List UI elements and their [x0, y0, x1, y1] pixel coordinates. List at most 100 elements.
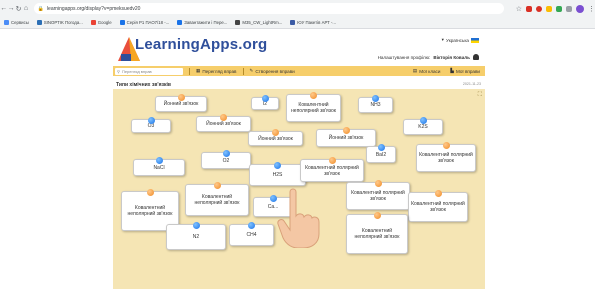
create-app-label: Створення вправи — [255, 68, 295, 74]
answer-card[interactable]: O2 — [201, 150, 251, 169]
learningapps-page: LearningApps.org ▾ Українська Налаштуван… — [113, 33, 485, 289]
menu-icon[interactable]: ⋮ — [588, 5, 595, 13]
pin-icon — [373, 212, 381, 219]
pin-icon — [146, 189, 154, 196]
create-app-link[interactable]: ✎ Створення вправи — [250, 68, 295, 74]
bookmark-label: Серія Р1 ПАО7/18 -... — [126, 20, 170, 25]
card-label: Ковалентний полярний зв'язок — [419, 152, 473, 164]
pin-icon — [261, 95, 269, 102]
home-icon[interactable]: ⌂ — [22, 5, 29, 12]
bookmark-icon — [36, 20, 42, 25]
answer-card[interactable]: NH3 — [358, 95, 393, 113]
pin-icon — [274, 162, 281, 169]
answer-card[interactable]: Йонний зв'язок — [196, 114, 251, 132]
forward-icon[interactable]: → — [7, 5, 15, 12]
answer-card[interactable]: Ковалентний полярний зв'язок — [416, 142, 476, 172]
bookmark-icon — [4, 20, 9, 25]
card-label: Ковалентний полярний зв'язок — [411, 201, 465, 213]
pin-icon — [272, 129, 279, 136]
bookmark-icon — [177, 20, 183, 25]
hand-pointer-icon — [277, 188, 320, 248]
card-label: Йонний зв'язок — [206, 121, 241, 127]
bookmark-item[interactable]: Google — [90, 20, 112, 25]
pencil-icon: ✎ — [249, 68, 254, 73]
my-apps-label: Мої вправи — [455, 68, 480, 74]
card-label: NH3 — [370, 102, 381, 108]
answer-card[interactable]: Йонний зв'язок — [316, 127, 376, 147]
profile-name: Вікторія Коваль — [433, 54, 470, 60]
bookmark-item[interactable]: Серія Р1 ПАО7/18 -... — [119, 20, 170, 25]
answer-card[interactable]: H2S — [249, 162, 306, 186]
extension-icon[interactable] — [525, 5, 532, 12]
extension-icon[interactable] — [555, 5, 562, 12]
card-label: Йонний зв'язок — [328, 135, 364, 141]
browser-toolbar: ← → ↻ ⌂ 🔒 learningapps.org/display?v=pme… — [0, 0, 595, 17]
answer-card[interactable]: Йонний зв'язок — [155, 94, 207, 112]
answer-card[interactable]: BaI2 — [366, 144, 396, 163]
answer-card[interactable]: CH4 — [229, 222, 274, 246]
card-label: O2 — [222, 157, 230, 164]
pin-icon — [419, 117, 427, 124]
search-input[interactable]: ⚲ Перегляд вправ — [115, 67, 183, 75]
card-label: Ковалентний полярний зв'язок — [351, 190, 405, 202]
answer-card[interactable]: Ковалентний неполярний зв'язок — [185, 182, 249, 216]
back-icon[interactable]: ← — [0, 5, 7, 12]
bookmark-icon — [235, 20, 241, 25]
my-classes-link[interactable]: ▤ Мої класи — [413, 68, 441, 74]
bookmark-item[interactable]: Сервисы — [4, 20, 29, 25]
pin-icon — [192, 222, 200, 229]
card-label: H2S — [272, 172, 283, 178]
my-apps-link[interactable]: ▙ Мої вправи — [450, 68, 480, 74]
pin-icon — [248, 222, 255, 229]
search-icon: ⚲ — [117, 68, 120, 74]
answer-card[interactable]: Йонний зв'язок — [248, 129, 303, 146]
answer-card[interactable]: Ковалентний полярний зв'язок — [346, 180, 410, 210]
lock-icon: 🔒 — [37, 5, 44, 12]
avatar[interactable] — [575, 4, 584, 13]
bookmark-item[interactable]: Завантажити і Пере... — [177, 20, 227, 25]
reload-icon[interactable]: ↻ — [15, 5, 22, 13]
pin-icon — [342, 127, 350, 134]
card-label: N2 — [192, 234, 200, 240]
star-icon[interactable]: ☆ — [516, 5, 522, 13]
fullscreen-icon[interactable]: ⛶ — [478, 92, 482, 99]
bookmark-item[interactable]: ЮУ Пакетів АРТ -... — [290, 20, 336, 25]
apps-icon: ▙ — [450, 68, 454, 73]
address-bar[interactable]: 🔒 learningapps.org/display?v=pmeksuedv20 — [33, 3, 504, 14]
flag-icon — [471, 37, 479, 43]
profile-link[interactable]: Налаштування профілю: Вікторія Коваль — [378, 54, 479, 60]
language-selector[interactable]: ▾ Українська — [442, 37, 479, 43]
browse-apps-link[interactable]: ▦ Перегляд вправ — [196, 68, 237, 74]
extension-icon[interactable] — [565, 5, 572, 12]
bookmark-label: SINOPTIK Погода... — [43, 20, 83, 25]
pin-icon — [372, 95, 379, 102]
pin-icon — [328, 157, 336, 164]
bookmark-label: Google — [97, 20, 112, 25]
site-logo[interactable]: LearningApps.org — [135, 36, 267, 53]
extension-icon[interactable] — [545, 5, 552, 12]
extension-icon[interactable] — [535, 5, 542, 12]
answer-card[interactable]: Ковалентний полярний зв'язок — [408, 190, 468, 222]
answer-card[interactable]: N2 — [166, 222, 226, 250]
answer-card[interactable]: Ковалентний полярний зв'язок — [300, 157, 364, 182]
bookmark-label: Сервисы — [11, 20, 29, 25]
chevron-down-icon: ▾ — [441, 37, 444, 42]
pin-icon — [222, 150, 230, 157]
answer-card[interactable]: Ковалентний неполярний зв'язок — [346, 212, 408, 254]
answer-card[interactable]: Ковалентний неполярний зв'язок — [286, 92, 341, 122]
answer-card[interactable]: O3 — [131, 117, 171, 133]
bookmark-item[interactable]: SINOPTIK Погода... — [36, 20, 83, 25]
card-label: Ковалентний неполярний зв'язок — [127, 205, 173, 217]
answer-card[interactable]: I2 — [251, 95, 279, 110]
profile-label: Налаштування профілю: — [377, 54, 431, 60]
pin-icon — [434, 190, 442, 197]
bookmark-item[interactable]: M35_CW_LightRm... — [235, 20, 282, 25]
answer-card[interactable]: K2S — [403, 117, 443, 135]
bookmark-icon — [90, 20, 96, 25]
classes-icon: ▤ — [412, 68, 418, 73]
user-icon — [473, 54, 479, 60]
answer-card[interactable]: NaCl — [133, 157, 185, 176]
app-date: 2021-11-23 — [462, 82, 481, 86]
divider — [242, 67, 244, 75]
pin-icon — [147, 117, 155, 124]
